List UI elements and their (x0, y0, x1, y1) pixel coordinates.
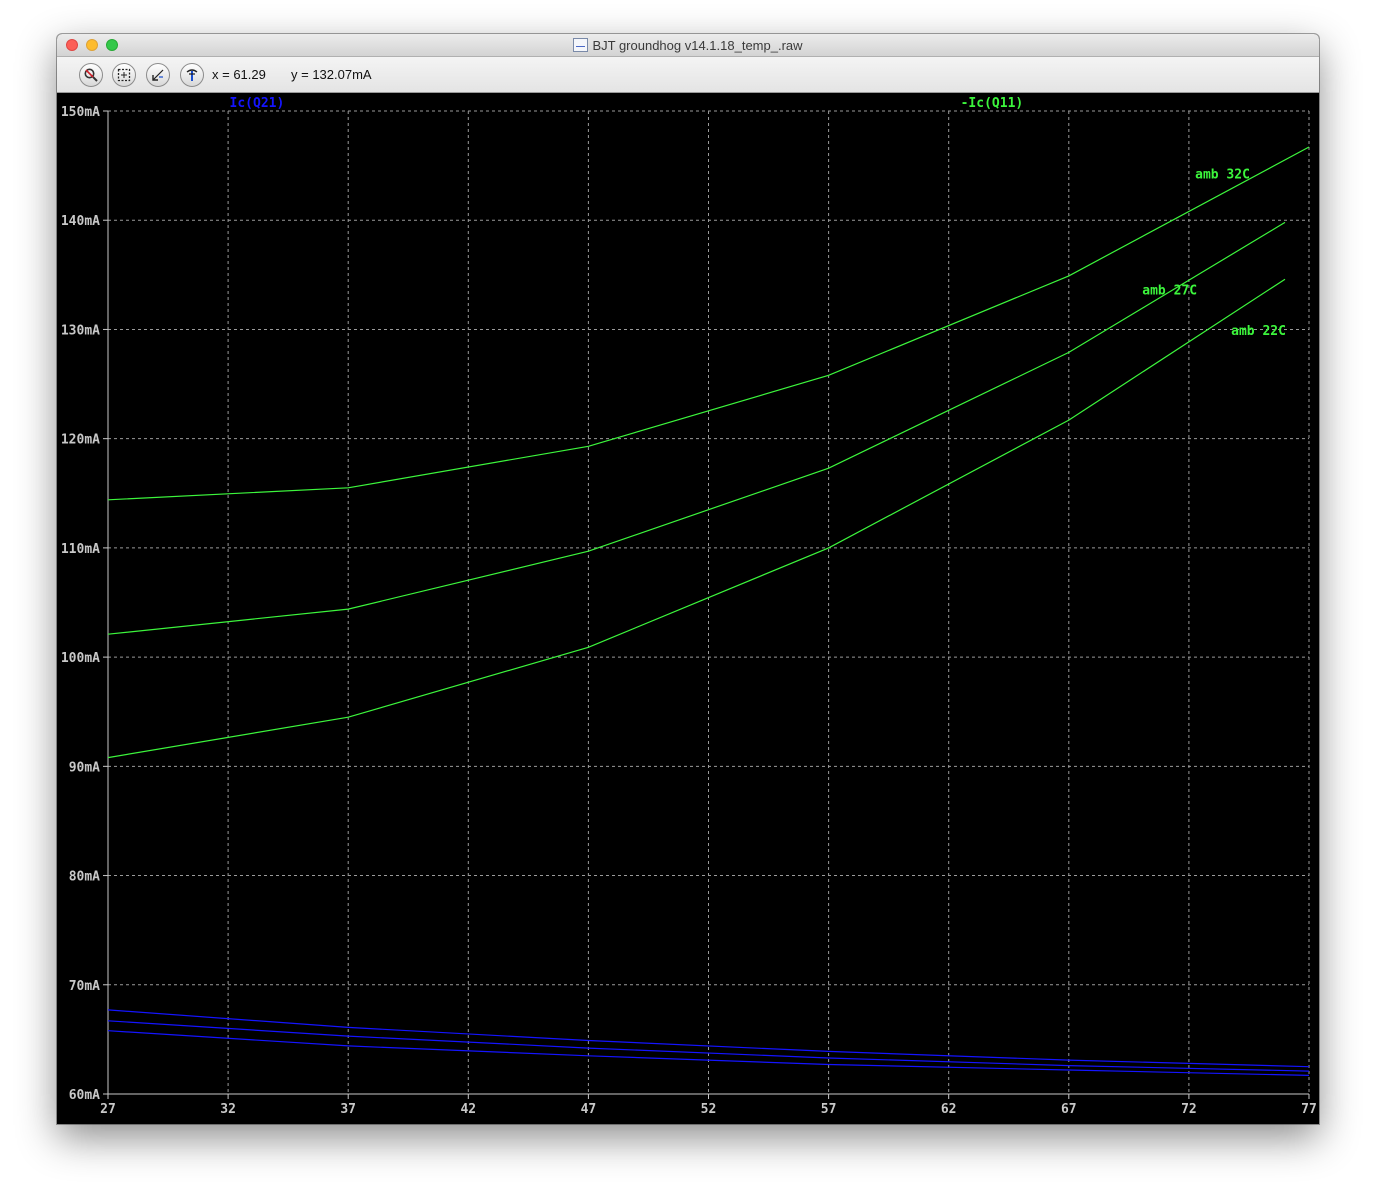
y-tick-label: 140mA (61, 214, 100, 229)
y-tick-label: 70mA (69, 979, 100, 994)
y-tick-label: 130mA (61, 323, 100, 338)
window-title: BJT groundhog v14.1.18_temp_.raw (592, 37, 803, 53)
y-tick-label: 100mA (61, 651, 100, 666)
x-tick-label: 57 (821, 1102, 837, 1117)
zoom-back-icon (152, 69, 164, 81)
y-tick-label: 90mA (69, 760, 100, 775)
zoom-area-button[interactable] (112, 63, 136, 87)
zoom-to-fit-icon (84, 68, 98, 82)
x-tick-label: 72 (1181, 1102, 1197, 1117)
trace-labels: Ic(Q21) -Ic(Q11) amb 32C amb 27C amb 22C (230, 96, 1286, 339)
raw-file-icon (573, 38, 589, 52)
x-tick-label: 62 (941, 1102, 957, 1117)
x-tick-label: 52 (701, 1102, 717, 1117)
trace-label[interactable]: Ic(Q21) (230, 96, 285, 111)
zoom-back-button[interactable] (146, 63, 170, 87)
curve-annotation: amb 32C (1195, 168, 1250, 183)
y-tick-label: 120mA (61, 433, 100, 448)
x-tick-label: 42 (460, 1102, 476, 1117)
series-amb-22c[interactable] (107, 278, 1286, 759)
plot-window: BJT groundhog v14.1.18_temp_.raw x = 61.… (57, 34, 1319, 1124)
zoom-area-icon (117, 68, 131, 82)
zoom-to-fit-button[interactable] (79, 63, 103, 87)
waveform-plot-pane[interactable]: 27 32 37 42 47 52 57 62 67 72 77 60mA 70mA 80mA 90mA 10… (57, 93, 1319, 1124)
cursor-y-readout: y = 132.07mA (291, 67, 372, 82)
y-tick-label: 150mA (61, 105, 100, 120)
cursor-x-readout: x = 61.29 (212, 67, 266, 82)
x-tick-label: 67 (1061, 1102, 1077, 1117)
y-tick-label: 110mA (61, 542, 100, 557)
probe-button[interactable] (180, 63, 204, 87)
axes (103, 110, 1310, 1099)
x-tick-label: 32 (220, 1102, 236, 1117)
x-tick-label: 47 (581, 1102, 597, 1117)
x-tick-label: 77 (1301, 1102, 1317, 1117)
x-tick-label: 27 (100, 1102, 116, 1117)
grid-lines (107, 110, 1310, 1095)
y-tick-label: 80mA (69, 870, 100, 885)
tick-labels: 27 32 37 42 47 52 57 62 67 72 77 60mA 70mA 80mA 90mA 10… (61, 105, 1317, 1117)
x-tick-label: 37 (340, 1102, 356, 1117)
plot-toolbar: x = 61.29 y = 132.07mA (57, 57, 1319, 93)
trace-label[interactable]: -Ic(Q11) (961, 96, 1024, 111)
waveform-chart[interactable]: 27 32 37 42 47 52 57 62 67 72 77 60mA 70mA 80mA 90mA 10… (57, 93, 1319, 1124)
window-title-wrap: BJT groundhog v14.1.18_temp_.raw (57, 34, 1319, 56)
curve-annotation: amb 27C (1142, 283, 1197, 298)
curve-annotation: amb 22C (1231, 324, 1286, 339)
series-amb-27c[interactable] (107, 221, 1286, 635)
probe-icon (186, 69, 198, 81)
y-tick-label: 60mA (69, 1088, 100, 1103)
title-bar[interactable]: BJT groundhog v14.1.18_temp_.raw (57, 34, 1319, 57)
